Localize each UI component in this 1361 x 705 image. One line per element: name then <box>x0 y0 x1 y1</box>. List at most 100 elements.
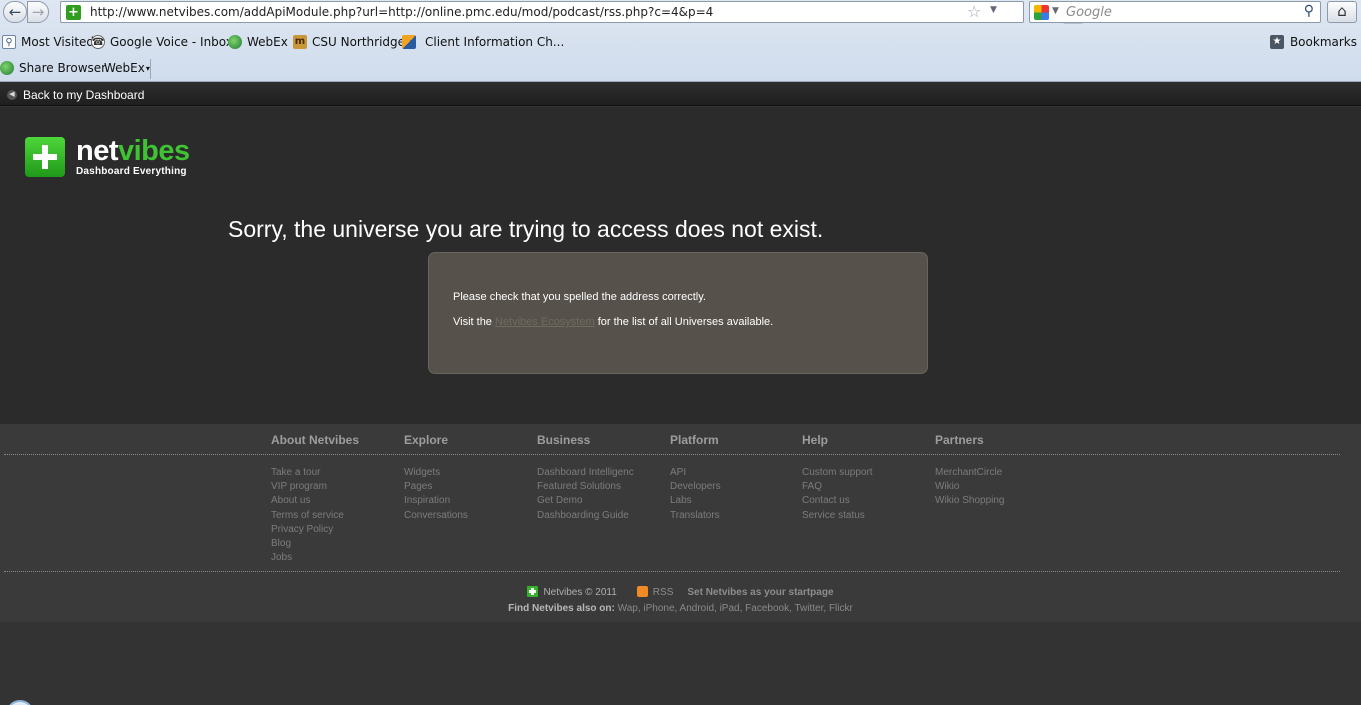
webex-menu-label: WebEx <box>104 61 145 75</box>
netvibes-logo[interactable]: netvibes Dashboard Everything <box>25 137 190 177</box>
footer-link[interactable]: API <box>670 466 721 480</box>
footer-col-platform: Platform API Developers Labs Translators <box>670 433 721 523</box>
footer-heading: Help <box>802 433 829 447</box>
footer-link[interactable]: Dashboarding Guide <box>537 509 634 523</box>
search-engine-dropdown-icon[interactable]: ▼ <box>1052 6 1059 16</box>
footer-link[interactable]: Inspiration <box>404 494 468 508</box>
footer-link[interactable]: Labs <box>670 494 721 508</box>
back-arrow-icon: ◀ <box>7 90 17 100</box>
footer-link[interactable]: Developers <box>670 480 721 494</box>
main-content: netvibes Dashboard Everything Sorry, the… <box>0 107 1361 424</box>
footer-link[interactable]: VIP program <box>271 480 359 494</box>
webex-icon <box>228 35 242 49</box>
csun-icon: m <box>293 35 307 49</box>
bookmark-client-information[interactable]: Client Information Ch... <box>402 35 564 49</box>
rss-link[interactable]: RSS <box>653 587 674 598</box>
footer-link[interactable]: Service status <box>802 509 873 523</box>
footer-link[interactable]: Pages <box>404 480 468 494</box>
footer-link[interactable]: Wikio <box>935 480 1004 494</box>
footer-link[interactable]: Blog <box>271 537 359 551</box>
set-startpage-link[interactable]: Set Netvibes as your startpage <box>687 587 833 598</box>
bookmarks-menu-label: Bookmarks <box>1289 35 1357 49</box>
footer-link[interactable]: Translators <box>670 509 721 523</box>
url-text[interactable]: http://www.netvibes.com/addApiModule.php… <box>90 5 713 19</box>
platform-link-android[interactable]: Android <box>680 603 714 614</box>
platform-link-twitter[interactable]: Twitter <box>794 603 823 614</box>
back-to-dashboard-label: Back to my Dashboard <box>23 88 145 102</box>
footer-heading: About Netvibes <box>271 433 360 447</box>
bookmark-webex[interactable]: WebEx <box>228 35 288 49</box>
bookmark-label: Most Visited <box>21 35 95 49</box>
search-box[interactable]: ▼ Google ⚲ <box>1029 1 1321 23</box>
bookmark-star-icon[interactable]: ☆ <box>967 2 981 21</box>
footer-heading: Platform <box>670 433 719 447</box>
footer-bottom-line: Netvibes © 2011 RSS Set Netvibes as your s… <box>0 586 1361 598</box>
logo-text: netvibes Dashboard Everything <box>76 137 190 178</box>
most-visited-icon: ⚲ <box>2 35 16 49</box>
address-bar[interactable]: + http://www.netvibes.com/addApiModule.p… <box>60 1 1083 24</box>
taskbar-orb-icon[interactable] <box>6 700 34 705</box>
footer-link[interactable]: Dashboard Intelligenc <box>537 466 634 480</box>
footer-link[interactable]: Get Demo <box>537 494 634 508</box>
footer-link[interactable]: Jobs <box>271 551 359 565</box>
arrow-right-icon: → <box>31 3 45 21</box>
search-placeholder[interactable]: Google <box>1066 5 1112 20</box>
site-footer: About Netvibes Take a tour VIP program A… <box>0 424 1361 622</box>
google-voice-icon: ☎ <box>91 35 105 49</box>
bookmark-most-visited[interactable]: ⚲ Most Visited <box>2 35 94 49</box>
footer-col-help: Help Custom support FAQ Contact us Servi… <box>802 433 873 523</box>
client-info-icon <box>402 35 416 49</box>
footer-link[interactable]: MerchantCircle <box>935 466 1004 480</box>
footer-link[interactable]: Contact us <box>802 494 873 508</box>
back-to-dashboard-link[interactable]: ◀ Back to my Dashboard <box>7 88 144 102</box>
footer-link[interactable]: Custom support <box>802 466 873 480</box>
bookmark-google-voice[interactable]: ☎ Google Voice - Inbox <box>91 35 233 49</box>
search-icon[interactable]: ⚲ <box>1304 3 1314 19</box>
back-button[interactable]: ← <box>3 1 27 23</box>
netvibes-ecosystem-link[interactable]: Netvibes Ecosystem <box>495 316 595 328</box>
netvibes-plus-icon <box>25 137 65 177</box>
footer-link[interactable]: About us <box>271 494 359 508</box>
rss-icon[interactable] <box>636 586 648 597</box>
footer-col-about: About Netvibes Take a tour VIP program A… <box>271 433 359 565</box>
footer-link[interactable]: Wikio Shopping <box>935 494 1004 508</box>
url-dropdown-icon[interactable]: ▼ <box>990 5 997 15</box>
share-browser-icon <box>0 61 14 75</box>
platform-link-facebook[interactable]: Facebook <box>745 603 789 614</box>
copyright-text: Netvibes © 2011 <box>543 587 617 598</box>
error-title: Sorry, the universe you are trying to ac… <box>228 216 824 242</box>
footer-heading: Partners <box>935 433 984 447</box>
footer-link[interactable]: FAQ <box>802 480 873 494</box>
platform-link-ipad[interactable]: iPad <box>720 603 740 614</box>
footer-link[interactable]: Widgets <box>404 466 468 480</box>
toolbar-divider <box>150 59 151 79</box>
platform-link-flickr[interactable]: Flickr <box>829 603 853 614</box>
dashboard-topbar: ◀ Back to my Dashboard <box>0 82 1361 106</box>
footer-heading: Explore <box>404 433 449 447</box>
share-browser-button[interactable]: Share Browser <box>0 61 106 75</box>
error-line-spelling: Please check that you spelled the addres… <box>453 291 706 303</box>
find-netvibes-label: Find Netvibes also on: <box>508 603 615 614</box>
footer-link[interactable]: Terms of service <box>271 509 359 523</box>
bookmark-label: Google Voice - Inbox <box>110 35 233 49</box>
platform-link-wap[interactable]: Wap <box>618 603 638 614</box>
footer-link[interactable]: Privacy Policy <box>271 523 359 537</box>
forward-button[interactable]: → <box>27 1 49 23</box>
home-button[interactable]: ⌂ <box>1327 1 1357 23</box>
footer-link[interactable]: Conversations <box>404 509 468 523</box>
bookmark-label: Client Information Ch... <box>425 35 565 49</box>
browser-chrome: ← → + http://www.netvibes.com/addApiModu… <box>0 0 1361 82</box>
footer-heading: Business <box>537 433 591 447</box>
bookmarks-menu-button[interactable]: ★ Bookmarks <box>1269 35 1357 49</box>
logo-wordmark: netvibes <box>76 137 190 166</box>
google-icon[interactable] <box>1034 5 1049 20</box>
footer-platforms-line: Find Netvibes also on: Wap, iPhone, Andr… <box>0 603 1361 614</box>
platform-link-iphone[interactable]: iPhone <box>643 603 674 614</box>
bookmark-csu-northridge[interactable]: m CSU Northridge <box>293 35 405 49</box>
webex-menu-button[interactable]: WebEx ▾ <box>104 61 150 75</box>
page-background-bottom <box>0 622 1361 705</box>
footer-link[interactable]: Featured Solutions <box>537 480 634 494</box>
share-browser-label: Share Browser <box>19 61 107 75</box>
arrow-left-icon: ← <box>8 3 22 21</box>
footer-link[interactable]: Take a tour <box>271 466 359 480</box>
